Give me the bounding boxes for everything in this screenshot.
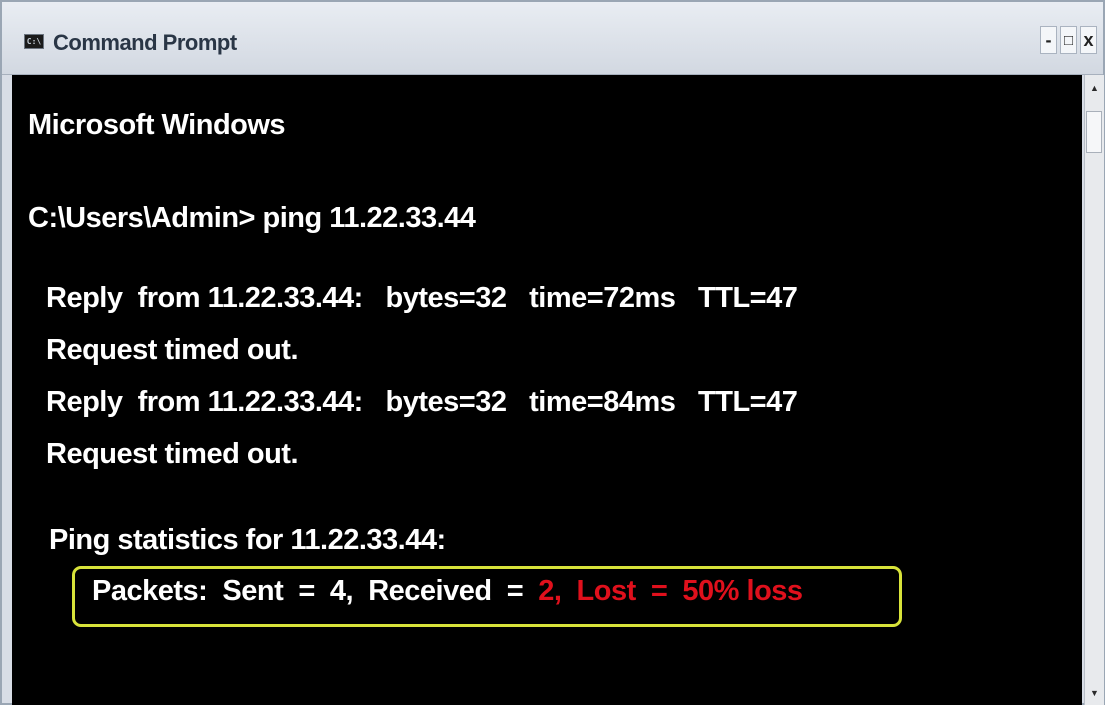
scroll-down-arrow-icon[interactable]: ▼: [1085, 683, 1104, 703]
packet-loss-value: 2, Lost = 50% loss: [538, 575, 803, 607]
scrollbar-thumb[interactable]: [1086, 111, 1102, 153]
cmd-console-icon[interactable]: C:\: [24, 34, 44, 49]
minimize-button[interactable]: -: [1040, 26, 1057, 54]
ping-reply-line: Reply from 11.22.33.44: bytes=32 time=72…: [46, 282, 798, 314]
maximize-button[interactable]: □: [1060, 26, 1077, 54]
vertical-scrollbar[interactable]: ▲ ▼: [1084, 75, 1104, 705]
ping-reply-line: Request timed out.: [46, 438, 299, 470]
window-title: Command Prompt: [53, 30, 237, 55]
packets-label: Packets: Sent = 4, Received =: [92, 575, 539, 607]
title-bar[interactable]: C:\ Command Prompt - □ x: [2, 2, 1103, 75]
packets-summary-line: Packets: Sent = 4, Received = 2, Lost = …: [92, 575, 803, 608]
console-output[interactable]: Microsoft Windows C:\Users\Admin> ping 1…: [12, 75, 1082, 705]
command-prompt-window: C:\ Command Prompt - □ x Microsoft Windo…: [0, 0, 1105, 705]
ping-reply-line: Request timed out.: [46, 334, 299, 366]
banner-text: Microsoft Windows: [28, 109, 286, 141]
ping-reply-line: Reply from 11.22.33.44: bytes=32 time=84…: [46, 386, 798, 418]
window-controls: - □ x: [1040, 26, 1097, 54]
ping-statistics-header: Ping statistics for 11.22.33.44:: [49, 524, 446, 556]
command-line: C:\Users\Admin> ping 11.22.33.44: [28, 202, 476, 234]
scroll-up-arrow-icon[interactable]: ▲: [1085, 78, 1104, 98]
close-button[interactable]: x: [1080, 26, 1097, 54]
